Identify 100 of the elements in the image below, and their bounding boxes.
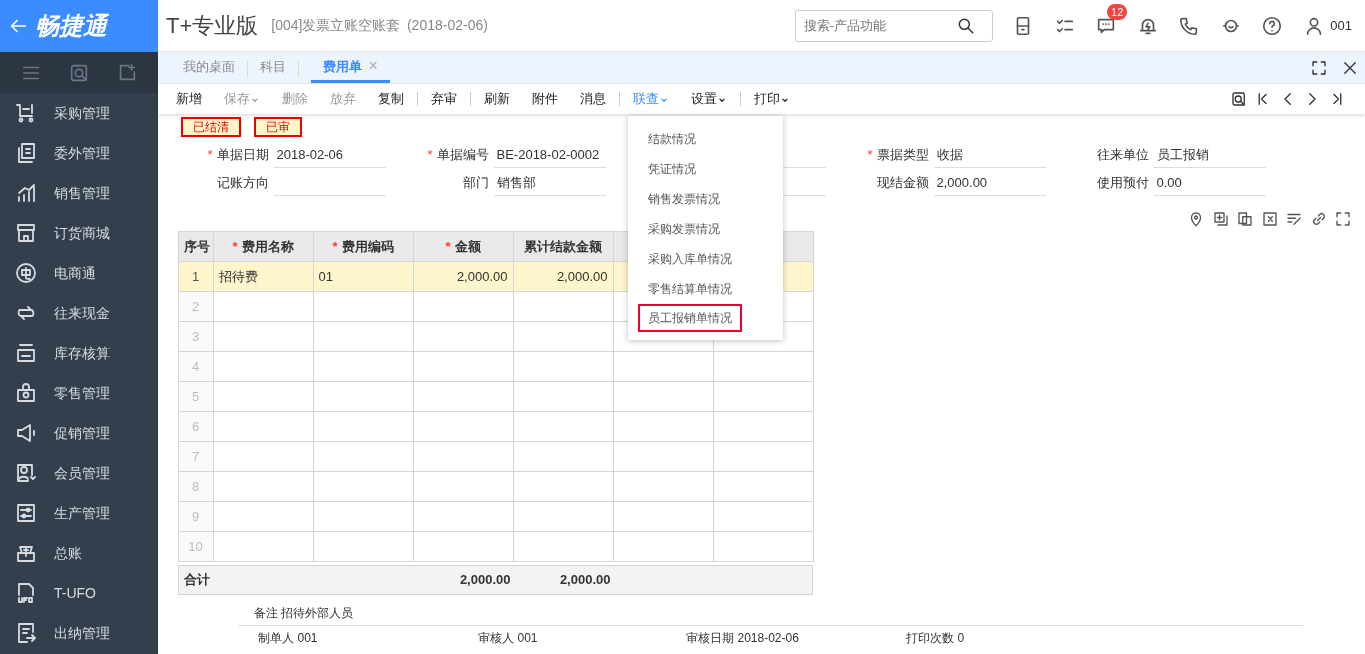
sliders-icon[interactable] [14,501,38,525]
sidebar-item[interactable]: 电商通 [54,262,96,284]
footer-value: 001 [297,629,318,647]
count-badge: 12 [1107,3,1128,20]
field-value[interactable]: 0.00 [1153,169,1266,196]
field-value[interactable]: 员工报销 [1153,141,1266,168]
menu-item[interactable]: 采购入库单情况 [638,244,742,274]
row-number: 4 [178,351,213,382]
sidebar-item[interactable]: 库存核算 [54,342,110,364]
row-number: 3 [178,321,213,352]
menu-item[interactable]: 凭证情况 [638,154,706,184]
required-mark: * [867,145,873,164]
field-value[interactable]: BE-2018-02-0002 [493,141,606,168]
column-header: 序号 [183,238,210,254]
sidebar-item[interactable]: 销售管理 [54,182,110,204]
field-label: 票据类型 [876,145,929,164]
copy-icon[interactable] [1236,209,1254,228]
toolbar-button[interactable]: 设置 [679,89,738,109]
field-label: 部门 [462,173,489,192]
search-field[interactable]: 搜索-产品功能 [794,9,993,42]
field-value[interactable]: 2018-02-06 [273,141,386,168]
sidebar-item[interactable]: 往来现金 [54,302,110,324]
menu-item[interactable]: 结款情况 [638,124,706,154]
field-label: 记账方向 [216,173,269,192]
remark-label: 备注 [252,605,278,622]
footer-label: 制单人 [256,629,295,647]
menu-item[interactable]: 销售发票情况 [638,184,730,214]
row-number: 1 [178,261,213,292]
footer-label: 审核日期 [684,629,735,647]
account-name: [004]发票立账空账套 [271,16,401,35]
required-mark: * [445,238,451,254]
footer-label: 审核人 [476,629,515,647]
row-number: 5 [178,381,213,412]
sidebar-item[interactable]: 会员管理 [54,462,110,484]
menu-item[interactable]: 员工报销单情况 [638,304,742,332]
user-name[interactable]: 001 [1330,15,1352,36]
store-icon[interactable] [14,221,38,245]
footer-label: 打印次数 [904,629,955,647]
sidebar-item[interactable]: 生产管理 [54,502,110,524]
sidebar-item[interactable]: 出纳管理 [54,622,110,644]
row-number: 6 [178,411,213,442]
fullscreen-icon[interactable] [1309,58,1328,77]
toolbar-button[interactable]: 复制 [366,89,415,109]
sidebar-item[interactable]: 采购管理 [54,102,110,124]
field-value[interactable]: 2,000.00 [933,169,1046,196]
field-label: 使用预付 [1096,173,1149,192]
sidebar-item[interactable]: 零售管理 [54,382,110,404]
required-mark: * [427,145,433,164]
row-number: 9 [178,501,213,532]
field-label: 单据编号 [436,145,489,164]
menu-item[interactable]: 零售结算单情况 [638,274,742,304]
footer-value: 0 [957,629,965,647]
sidebar-item[interactable]: T-UFO [54,582,96,604]
lock-icon[interactable] [14,381,38,405]
sidebar-item[interactable]: 促销管理 [54,422,110,444]
table-cell: 01 [313,261,413,292]
status-stamp: 已审 [253,117,302,138]
account-date: (2018-02-06) [406,16,488,35]
row-number: 8 [178,471,213,502]
row-number: 2 [178,291,213,322]
toolbar-button[interactable]: 打印 [742,89,801,109]
status-stamp: 已结清 [180,117,241,138]
total-value: 2,000.00 [458,571,512,590]
remark-value: 招待外部人员 [280,605,353,622]
contact-card-icon[interactable] [14,461,38,485]
toolbar-button[interactable]: 刷新 [472,89,521,109]
toolbar-button[interactable]: 新增 [164,89,213,109]
toolbar-button[interactable]: 消息 [568,89,617,109]
field-label: 现结金额 [876,173,929,192]
footer-value: 001 [517,629,538,647]
footer-value: 2018-02-06 [737,629,799,647]
column-header: * 费用名称 [232,238,294,254]
required-mark: * [332,238,338,254]
field-value[interactable]: 收据 [933,141,1046,168]
field-label: 单据日期 [216,145,269,164]
sidebar-item[interactable]: 订货商城 [54,222,110,244]
row-number: 7 [178,441,213,472]
field-value[interactable]: 销售部 [493,169,606,196]
logo-text: 畅捷通 [35,10,107,41]
toolbar-button[interactable]: 弃审 [419,89,468,109]
column-header: 累计结款金额 [524,238,602,254]
sidebar-item[interactable]: 委外管理 [54,142,110,164]
printer-icon[interactable] [14,341,38,365]
sidebar-item[interactable]: 总账 [54,542,82,564]
delete-row-icon[interactable] [1260,209,1279,228]
circle-icon[interactable] [14,261,38,285]
add-copy-icon[interactable] [1211,209,1230,228]
required-mark: * [232,238,238,254]
table-cell: 招待费 [213,261,313,292]
fullscreen-icon[interactable] [1334,209,1352,228]
row-number: 10 [178,531,213,562]
preview-icon[interactable] [1229,90,1248,108]
megaphone-icon[interactable] [14,421,38,445]
toolbar-button[interactable]: 附件 [520,89,569,109]
table-cell: 2,000.00 [413,261,513,292]
column-header: * 费用编码 [332,238,394,254]
field-label: 往来单位 [1096,145,1149,164]
required-mark: * [207,145,213,164]
menu-item[interactable]: 采购发票情况 [638,214,730,244]
help-icon[interactable] [1261,14,1284,37]
